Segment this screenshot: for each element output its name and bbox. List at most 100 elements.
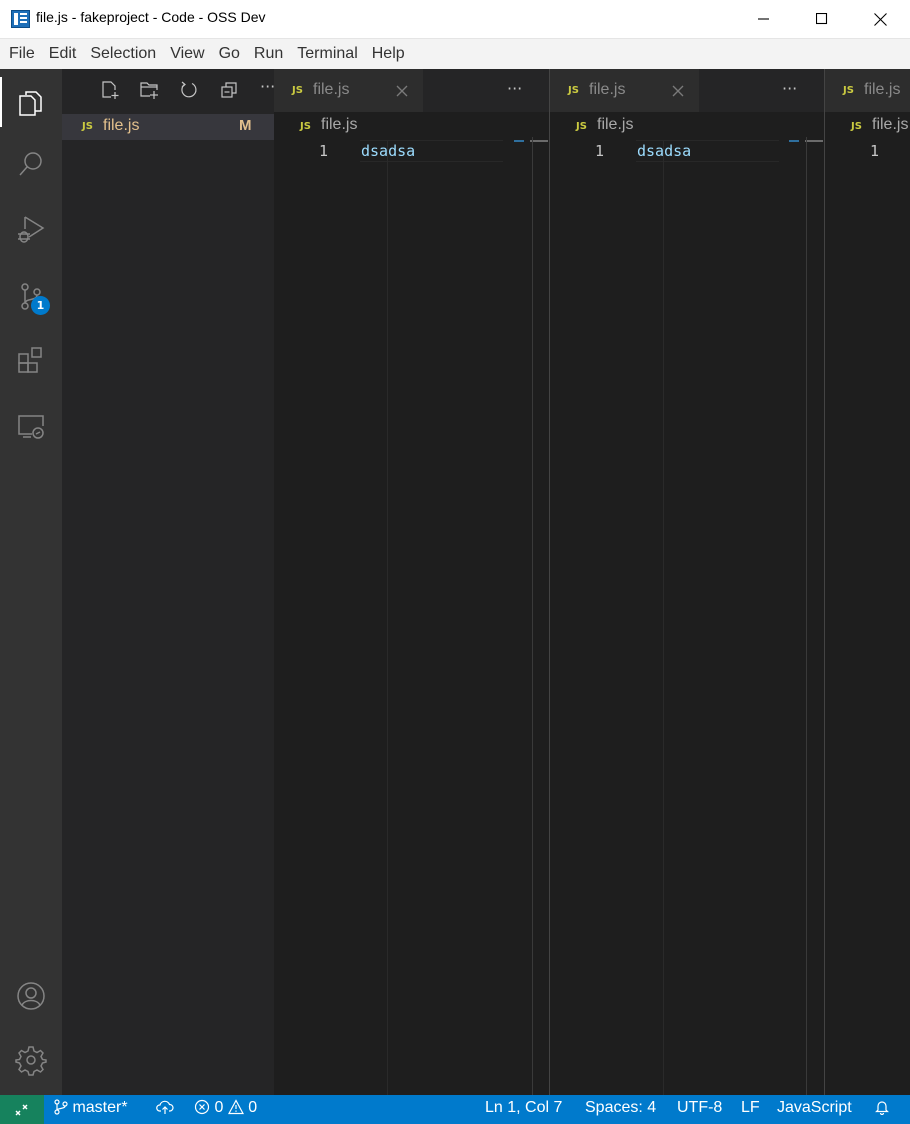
close-icon [672, 85, 684, 97]
vertical-scrollbar[interactable] [806, 137, 807, 1095]
problems-indicator[interactable]: 0 0 [194, 1099, 257, 1117]
title-bar: file.js - fakeproject - Code - OSS Dev [0, 0, 910, 38]
editor-group-3: JS file.js JS file.js 1 [825, 69, 910, 1095]
file-name: file.js [103, 117, 140, 134]
indent-guide [387, 141, 388, 1095]
explorer-sidebar: ··· JS file.js M [62, 69, 274, 1095]
js-file-icon: JS [300, 121, 311, 132]
code-line[interactable]: dsadsa [637, 142, 691, 160]
tab-bar: JS file.js ··· [550, 69, 824, 112]
refresh-button[interactable] [178, 79, 200, 101]
menu-go[interactable]: Go [212, 39, 247, 69]
editor-group-2: JS file.js ··· JS file.js 1 dsadsa [550, 69, 824, 1095]
collapse-all-icon [221, 82, 237, 98]
warning-icon [227, 1099, 244, 1115]
js-file-icon: JS [843, 85, 854, 96]
breadcrumb: JS file.js [825, 113, 910, 137]
overview-ruler-mark [514, 140, 524, 142]
window-title: file.js - fakeproject - Code - OSS Dev [36, 9, 266, 25]
git-status-modified: M [239, 117, 252, 134]
menu-view[interactable]: View [163, 39, 211, 69]
breadcrumb: JS file.js [550, 113, 824, 137]
run-debug-button[interactable] [0, 204, 62, 254]
scm-badge: 1 [31, 296, 50, 315]
menu-file[interactable]: File [2, 39, 42, 69]
js-file-icon: JS [292, 85, 303, 96]
minimize-button[interactable] [735, 0, 793, 38]
encoding-setting[interactable]: UTF-8 [677, 1099, 722, 1117]
tab-label: file.js [589, 81, 626, 98]
tab-close-button[interactable] [671, 83, 685, 97]
breadcrumb-item-file[interactable]: file.js [872, 116, 908, 134]
remote-explorer-icon [18, 415, 44, 439]
line-number: 1 [595, 142, 605, 160]
activity-bar: 1 [0, 69, 62, 1095]
bell-icon [875, 1101, 889, 1116]
explorer-button[interactable] [0, 77, 62, 127]
new-file-button[interactable] [99, 79, 121, 101]
js-file-icon: JS [851, 121, 862, 132]
indentation-setting[interactable]: Spaces: 4 [585, 1099, 656, 1117]
maximize-button[interactable] [793, 0, 851, 38]
tab-file-js[interactable]: JS file.js [274, 69, 423, 112]
editor-group-1: JS file.js ··· JS file.js 1 dsadsa [274, 69, 549, 1095]
tab-label: file.js [864, 81, 901, 98]
close-window-button[interactable] [851, 0, 909, 38]
js-file-icon: JS [576, 121, 587, 132]
menu-terminal[interactable]: Terminal [290, 39, 364, 69]
tab-label: file.js [313, 81, 350, 98]
source-control-button[interactable]: 1 [0, 271, 62, 321]
error-icon [194, 1099, 210, 1115]
editor-actions-more-icon[interactable]: ··· [782, 79, 797, 98]
status-bar: master* 0 0 Ln 1, Col 7 Spaces: 4 UTF-8 … [0, 1095, 910, 1124]
sync-button[interactable] [156, 1099, 174, 1117]
accounts-icon [17, 982, 45, 1010]
menu-edit[interactable]: Edit [42, 39, 84, 69]
breadcrumb-item-file[interactable]: file.js [597, 116, 633, 134]
eol-setting[interactable]: LF [741, 1099, 760, 1117]
js-file-icon: JS [82, 121, 93, 132]
extensions-icon [18, 347, 42, 373]
menu-selection[interactable]: Selection [83, 39, 163, 69]
menu-help[interactable]: Help [365, 39, 412, 69]
overview-ruler-cursor [805, 140, 823, 142]
explorer-toolbar: ··· [62, 69, 274, 111]
collapse-all-button[interactable] [218, 79, 240, 101]
tab-close-button[interactable] [395, 83, 409, 97]
remote-icon [15, 1104, 28, 1115]
remote-indicator[interactable] [0, 1095, 44, 1124]
branch-indicator[interactable]: master* [54, 1099, 128, 1117]
line-number: 1 [870, 142, 880, 160]
error-count: 0 [214, 1099, 224, 1116]
indent-guide [663, 141, 664, 1095]
line-number: 1 [319, 142, 329, 160]
js-file-icon: JS [568, 85, 579, 96]
search-button[interactable] [0, 139, 62, 189]
editor-actions-more-icon[interactable]: ··· [507, 79, 522, 98]
vertical-scrollbar[interactable] [532, 137, 533, 1095]
remote-explorer-button[interactable] [0, 401, 62, 451]
manage-gear-icon [15, 1046, 47, 1076]
new-folder-button[interactable] [138, 79, 160, 101]
maximize-icon [816, 13, 828, 25]
close-icon [396, 85, 408, 97]
explorer-file-row[interactable]: JS file.js M [62, 114, 274, 140]
extensions-button[interactable] [0, 335, 62, 385]
warning-count: 0 [248, 1099, 258, 1116]
vscode-window: file.js - fakeproject - Code - OSS Dev F… [0, 0, 910, 1124]
menu-run[interactable]: Run [247, 39, 290, 69]
manage-button[interactable] [0, 1035, 62, 1085]
tab-bar: JS file.js ··· [274, 69, 549, 112]
language-mode[interactable]: JavaScript [777, 1099, 852, 1117]
run-debug-icon [18, 216, 45, 243]
notifications-button[interactable] [874, 1099, 890, 1117]
new-folder-icon [140, 82, 158, 99]
tab-file-js[interactable]: JS file.js [825, 69, 910, 112]
breadcrumb-item-file[interactable]: file.js [321, 116, 357, 134]
code-line[interactable]: dsadsa [361, 142, 415, 160]
tab-file-js[interactable]: JS file.js [550, 69, 699, 112]
app-logo-icon [11, 10, 30, 28]
cursor-position[interactable]: Ln 1, Col 7 [485, 1099, 562, 1117]
accounts-button[interactable] [0, 971, 62, 1021]
explorer-more-icon[interactable]: ··· [260, 77, 274, 96]
